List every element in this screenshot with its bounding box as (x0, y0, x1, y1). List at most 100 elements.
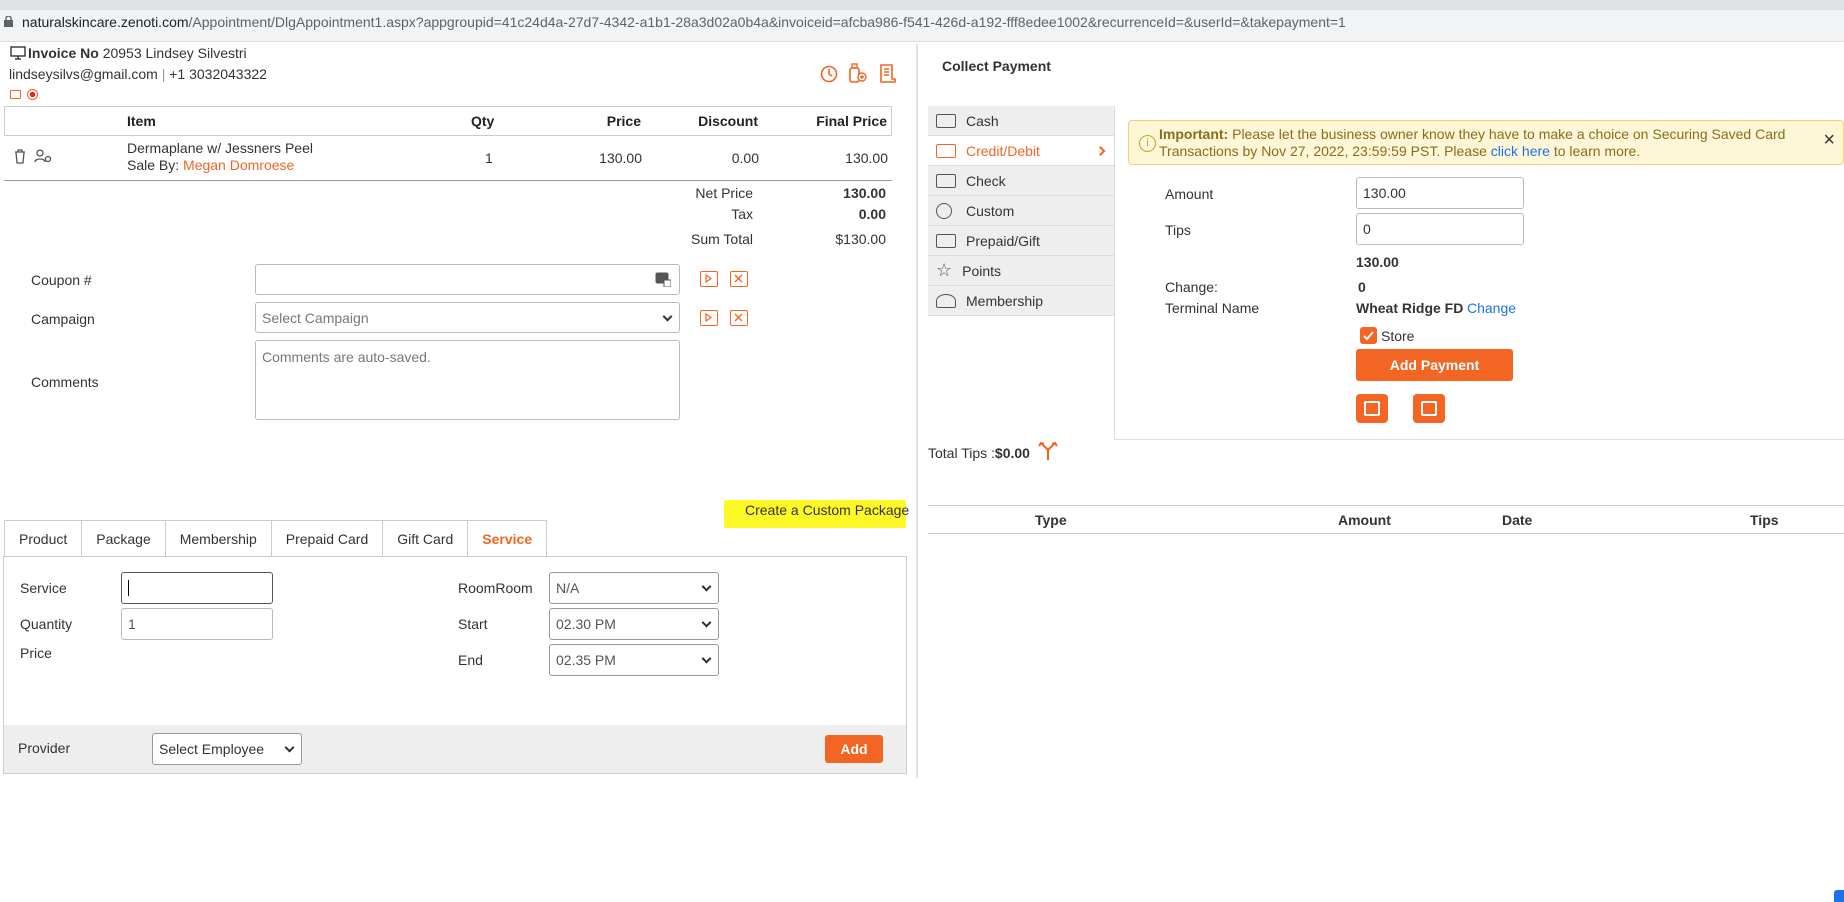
tab-prepaid-card[interactable]: Prepaid Card (270, 520, 384, 557)
monitor-icon (10, 46, 26, 60)
comments-placeholder: Comments are auto-saved. (262, 349, 431, 365)
customer-name[interactable]: Lindsey Silvestri (146, 45, 247, 61)
tab-package[interactable]: Package (81, 520, 166, 557)
start-label: Start (458, 616, 488, 632)
end-time-select[interactable]: 02.35 PM (549, 644, 719, 676)
tax-value: 0.00 (858, 206, 886, 222)
tab-service[interactable]: Service (467, 520, 548, 557)
trash-icon[interactable] (13, 148, 27, 164)
envelope-icon (1421, 401, 1437, 416)
tips-value: 0 (1363, 221, 1371, 237)
close-icon[interactable]: × (1823, 129, 1835, 152)
print-button[interactable] (1356, 394, 1388, 423)
sale-by-employee[interactable]: Megan Domroese (183, 157, 294, 173)
item-name: Dermaplane w/ Jessners Peel (127, 140, 313, 156)
add-product-icon[interactable] (847, 62, 867, 84)
total-tips-label: Total Tips : (928, 445, 995, 461)
method-points[interactable]: ☆ Points (928, 256, 1114, 286)
store-checkbox[interactable] (1360, 327, 1377, 344)
net-price-value: 130.00 (843, 185, 886, 201)
method-credit-debit[interactable]: Credit/Debit (928, 136, 1114, 166)
payment-methods: Cash Credit/Debit Check Custom Prepaid/G… (928, 106, 1114, 316)
star-icon: ☆ (936, 260, 953, 280)
start-time-select[interactable]: 02.30 PM (549, 608, 719, 640)
notice-link[interactable]: click here (1491, 143, 1550, 159)
user-settings-icon[interactable] (34, 148, 52, 164)
history-icon[interactable] (819, 64, 839, 84)
quantity-input[interactable]: 1 (121, 608, 273, 640)
url-path: /Appointment/DlgAppointment1.aspx?appgro… (188, 14, 1346, 30)
change-label: Change: (1165, 279, 1218, 295)
add-service-button[interactable]: Add (825, 735, 883, 763)
item-type-tabs: Product Package Membership Prepaid Card … (4, 520, 548, 557)
method-prepaid-gift[interactable]: Prepaid/Gift (928, 226, 1114, 256)
method-custom[interactable]: Custom (928, 196, 1114, 226)
invoice-label: Invoice No (28, 45, 99, 61)
item-final-price: 130.00 (845, 150, 888, 166)
provider-select[interactable]: Select Employee (152, 733, 302, 765)
notice-strong: Important: (1159, 126, 1229, 142)
comments-textarea[interactable]: Comments are auto-saved. (255, 340, 680, 420)
contact-separator: | (161, 66, 166, 82)
method-label: Custom (966, 202, 1015, 219)
custom-payment-icon (936, 202, 952, 219)
amount-input[interactable]: 130.00 (1356, 177, 1524, 209)
total-tips-value: $0.00 (994, 445, 1030, 461)
method-membership[interactable]: Membership (928, 286, 1114, 316)
sum-total-label: Sum Total (691, 231, 753, 247)
clear-campaign-icon[interactable] (730, 310, 748, 326)
url-text[interactable]: naturalskincare.zenoti.com/Appointment/D… (22, 14, 1346, 30)
credit-card-icon (936, 143, 956, 158)
col-final-price: Final Price (816, 113, 887, 129)
terminal-change-link[interactable]: Change (1467, 300, 1516, 316)
method-label: Check (966, 172, 1006, 189)
clear-coupon-icon[interactable] (730, 271, 748, 287)
quantity-value: 1 (128, 616, 136, 632)
campaign-placeholder: Select Campaign (262, 309, 369, 326)
tab-gift-card[interactable]: Gift Card (382, 520, 469, 557)
customer-email: lindseysilvs@gmail.com (9, 66, 158, 82)
tab-membership[interactable]: Membership (164, 520, 272, 557)
method-cash[interactable]: Cash (928, 106, 1114, 136)
split-tips-icon[interactable] (1037, 440, 1059, 462)
room-value: N/A (556, 580, 580, 596)
create-custom-package-link[interactable]: Create a Custom Package (745, 502, 909, 518)
membership-icon (936, 293, 956, 308)
coupon-keypad-icon[interactable] (655, 272, 671, 287)
notice-text: Important: Please let the business owner… (1159, 126, 1785, 160)
lock-icon (4, 16, 13, 27)
email-button[interactable] (1413, 394, 1445, 423)
service-input[interactable] (121, 572, 273, 604)
end-time-value: 02.35 PM (556, 652, 616, 668)
start-time-value: 02.30 PM (556, 616, 616, 632)
tab-product[interactable]: Product (4, 520, 83, 557)
receipt-icon[interactable] (878, 63, 898, 84)
chevron-down-icon (701, 653, 712, 664)
coupon-input[interactable] (255, 264, 680, 295)
col-discount: Discount (698, 113, 758, 129)
notice-line1: Please let the business owner know they … (1228, 126, 1786, 142)
apply-coupon-icon[interactable] (700, 271, 718, 287)
col-amount: Amount (1338, 512, 1391, 528)
provider-footer: Provider Select Employee Add (4, 725, 906, 773)
invoice-number: 20953 (102, 45, 142, 61)
chevron-down-icon (701, 581, 712, 592)
method-check[interactable]: Check (928, 166, 1114, 196)
store-label: Store (1381, 328, 1415, 344)
col-item: Item (127, 113, 156, 129)
add-payment-button[interactable]: Add Payment (1356, 349, 1513, 381)
col-tips: Tips (1750, 512, 1779, 528)
room-select[interactable]: N/A (549, 572, 719, 604)
col-date: Date (1502, 512, 1533, 528)
tips-input[interactable]: 0 (1356, 213, 1524, 245)
chevron-down-icon (701, 617, 712, 628)
col-price: Price (606, 113, 641, 129)
campaign-select[interactable]: Select Campaign (255, 302, 680, 333)
printer-icon (1364, 401, 1380, 416)
notice-line3: to learn more. (1549, 143, 1641, 159)
campaign-label: Campaign (31, 311, 95, 327)
chevron-down-icon (284, 742, 295, 753)
chat-widget-tab[interactable] (1834, 890, 1844, 902)
record-icon (27, 89, 38, 100)
apply-campaign-icon[interactable] (700, 310, 718, 326)
